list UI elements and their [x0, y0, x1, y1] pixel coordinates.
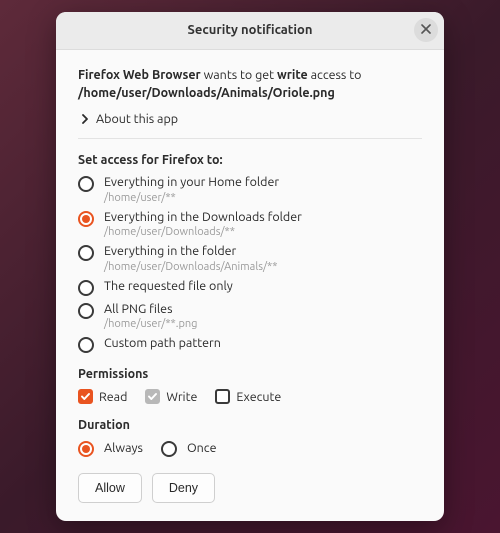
- security-dialog: Security notification Firefox Web Browse…: [56, 12, 444, 522]
- checkbox-icon: [215, 389, 230, 404]
- close-button[interactable]: [414, 18, 438, 42]
- access-option-5[interactable]: Custom path pattern: [78, 336, 422, 353]
- duration-heading: Duration: [78, 418, 422, 432]
- dialog-content: Firefox Web Browser wants to get write a…: [56, 50, 444, 522]
- access-option-path: /home/user/Downloads/**: [104, 226, 302, 238]
- duration-option-always[interactable]: Always: [78, 440, 143, 457]
- access-option-label: Everything in your Home folder: [104, 175, 279, 191]
- permissions-row: Read Write Execute: [78, 389, 422, 404]
- access-option-3[interactable]: The requested file only: [78, 279, 422, 296]
- permission-execute[interactable]: Execute: [215, 389, 281, 404]
- radio-icon: [78, 280, 94, 296]
- access-option-1[interactable]: Everything in the Downloads folder/home/…: [78, 210, 422, 239]
- checkbox-icon: [145, 389, 160, 404]
- access-radio-group: Everything in your Home folder/home/user…: [78, 175, 422, 354]
- radio-icon: [78, 245, 94, 261]
- radio-icon: [78, 441, 94, 457]
- radio-icon: [78, 337, 94, 353]
- chevron-right-icon: [80, 114, 90, 124]
- checkbox-icon: [78, 389, 93, 404]
- permission-label: Read: [99, 390, 127, 404]
- access-option-label: Custom path pattern: [104, 336, 221, 352]
- permission-write: Write: [145, 389, 197, 404]
- access-option-path: /home/user/Downloads/Animals/**: [104, 261, 277, 273]
- permission-label: Execute: [236, 390, 281, 404]
- request-path: /home/user/Downloads/Animals/Oriole.png: [78, 86, 335, 100]
- radio-icon: [78, 176, 94, 192]
- radio-icon: [161, 441, 177, 457]
- access-option-label: Everything in the Downloads folder: [104, 210, 302, 226]
- duration-label: Always: [104, 441, 143, 457]
- access-option-0[interactable]: Everything in your Home folder/home/user…: [78, 175, 422, 204]
- access-option-label: The requested file only: [104, 279, 233, 295]
- request-access-type: write: [277, 68, 308, 82]
- radio-icon: [78, 211, 94, 227]
- deny-button[interactable]: Deny: [152, 473, 215, 503]
- request-message: Firefox Web Browser wants to get write a…: [78, 66, 422, 102]
- permissions-heading: Permissions: [78, 367, 422, 381]
- access-option-label: All PNG files: [104, 302, 198, 318]
- access-option-path: /home/user/**.png: [104, 318, 198, 330]
- titlebar: Security notification: [56, 12, 444, 50]
- request-app-name: Firefox Web Browser: [78, 68, 201, 82]
- dialog-title: Security notification: [188, 23, 313, 37]
- duration-row: Always Once: [78, 440, 422, 457]
- access-option-path: /home/user/**: [104, 192, 279, 204]
- access-option-label: Everything in the folder: [104, 244, 277, 260]
- divider: [78, 138, 422, 139]
- allow-button[interactable]: Allow: [78, 473, 142, 503]
- access-option-4[interactable]: All PNG files/home/user/**.png: [78, 302, 422, 331]
- duration-option-once[interactable]: Once: [161, 440, 217, 457]
- permission-label: Write: [166, 390, 197, 404]
- radio-icon: [78, 303, 94, 319]
- access-heading: Set access for Firefox to:: [78, 153, 422, 167]
- access-option-2[interactable]: Everything in the folder/home/user/Downl…: [78, 244, 422, 273]
- action-buttons: Allow Deny: [78, 473, 422, 503]
- about-this-app-expander[interactable]: About this app: [80, 112, 422, 126]
- permission-read[interactable]: Read: [78, 389, 127, 404]
- close-icon: [421, 23, 431, 37]
- duration-label: Once: [187, 441, 217, 457]
- about-label: About this app: [96, 112, 178, 126]
